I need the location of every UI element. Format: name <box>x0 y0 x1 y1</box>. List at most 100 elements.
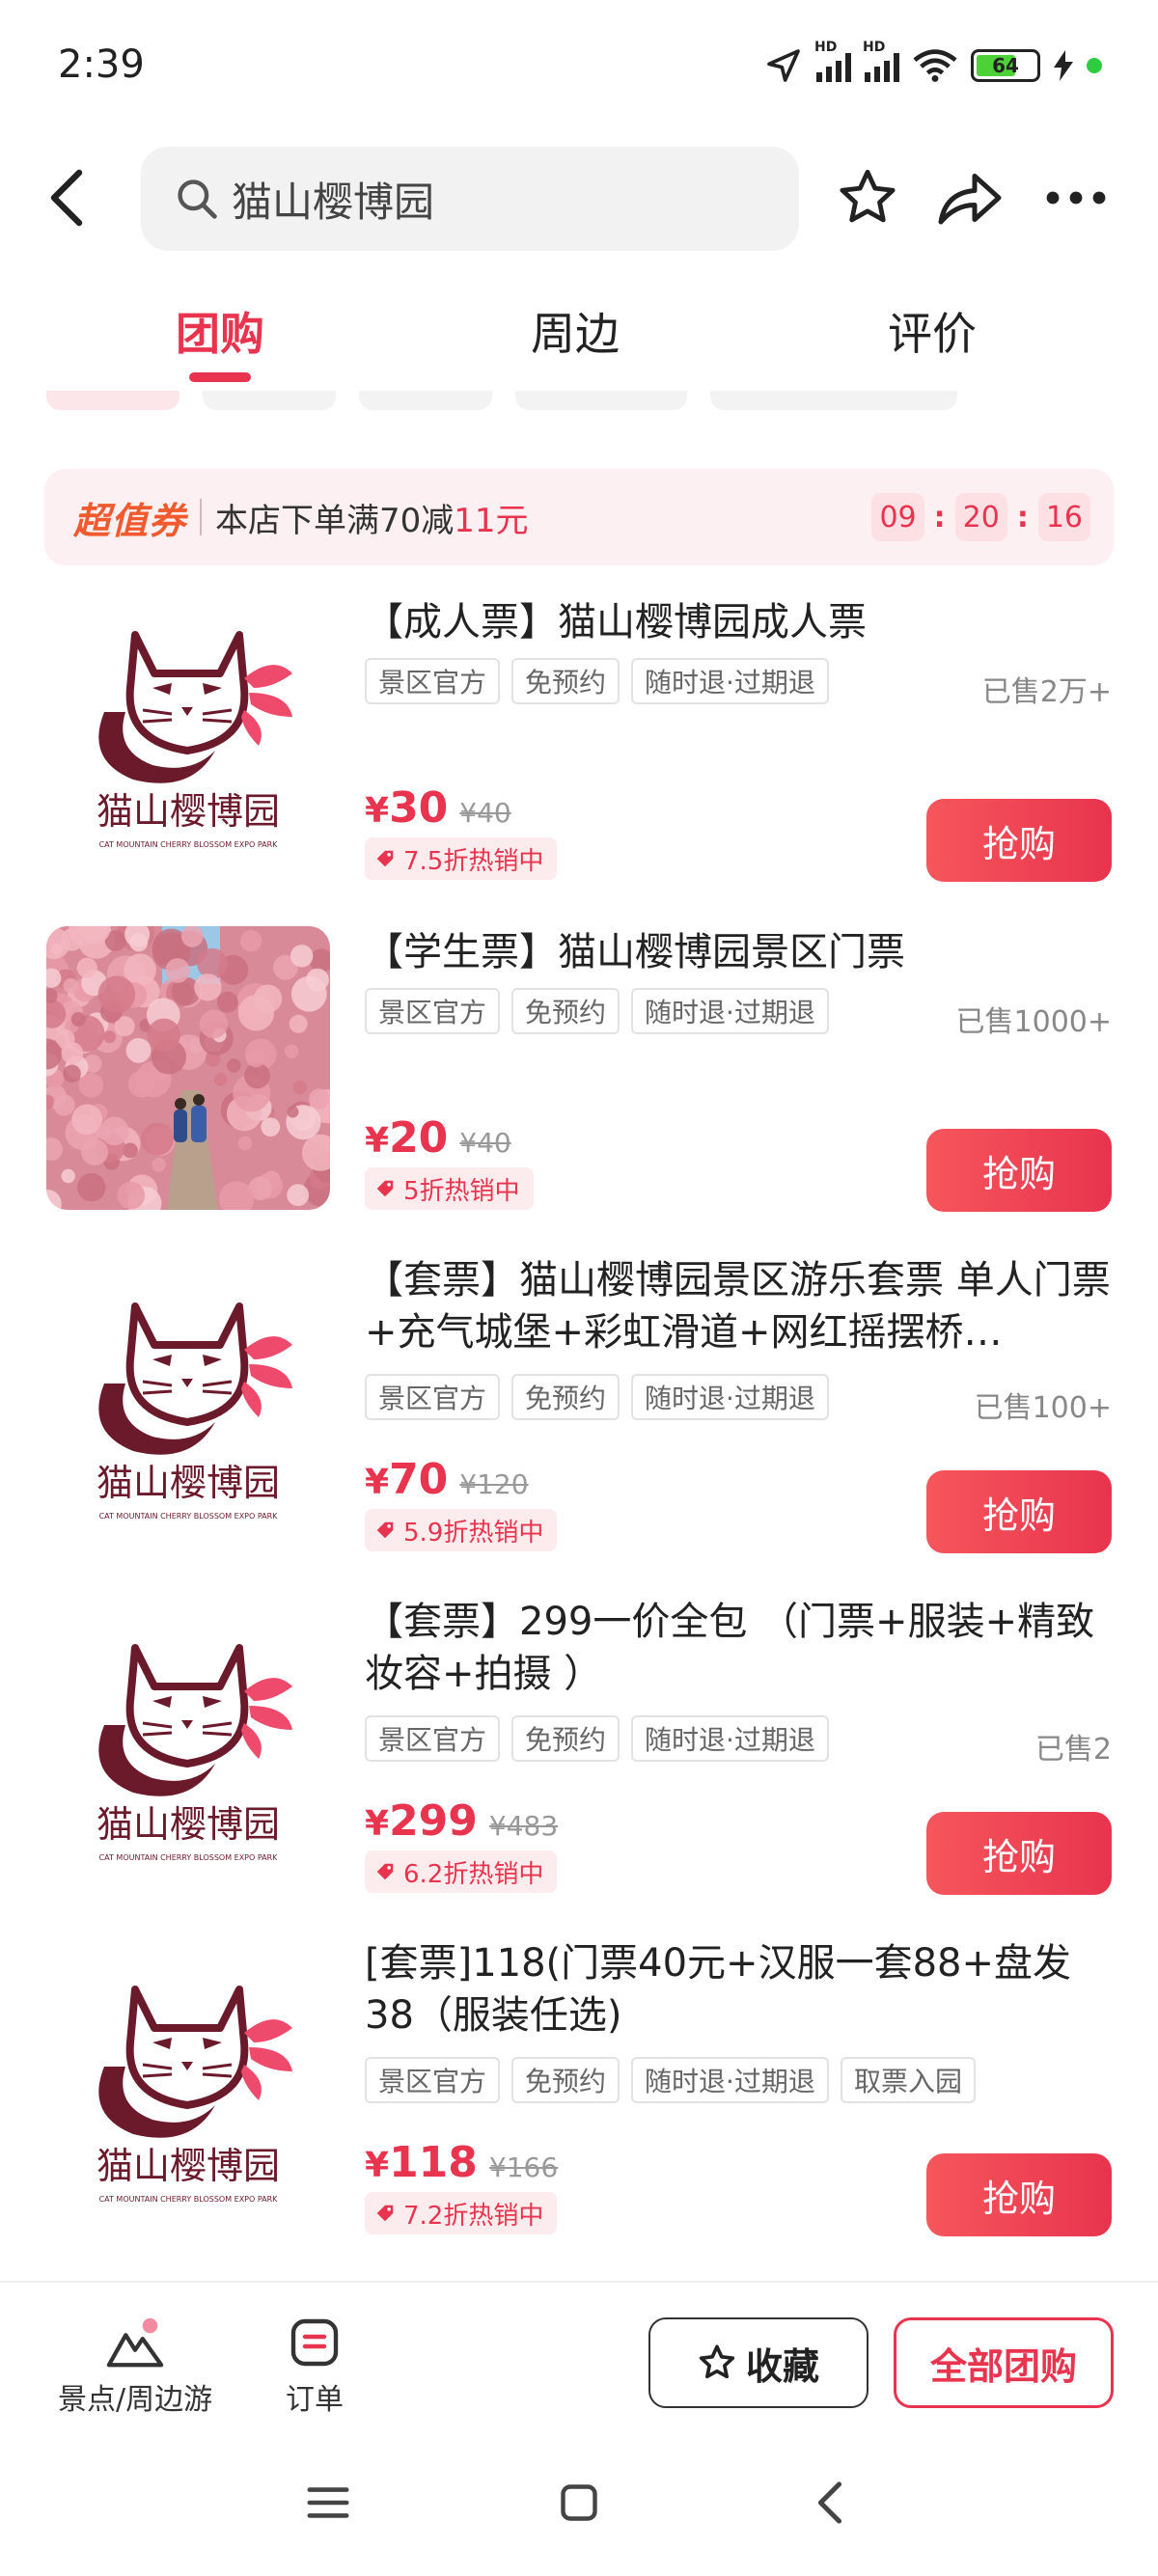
tag: 随时退·过期退 <box>631 658 829 704</box>
sold-count: 已售2 <box>1034 1733 1112 1767</box>
nav-attractions-label: 景点/周边游 <box>58 2383 213 2417</box>
status-dot <box>1087 58 1102 73</box>
original-price: ¥40 <box>459 797 511 829</box>
park-logo: 猫山樱博园 CAT MOUNTAIN CHERRY BLOSSOM EXPO PA… <box>46 596 330 880</box>
tag: 免预约 <box>511 2057 620 2103</box>
product-thumbnail: 猫山樱博园 CAT MOUNTAIN CHERRY BLOSSOM EXPO PA… <box>46 1268 330 1551</box>
product-tags: 景区官方 免预约 随时退·过期退 取票入园 <box>365 2057 976 2103</box>
favorite-action-button[interactable]: 收藏 <box>648 2317 868 2408</box>
home-square-icon <box>561 2484 597 2521</box>
price: 118 <box>389 2138 478 2187</box>
search-input[interactable]: 猫山樱博园 <box>141 147 799 251</box>
system-back-button[interactable] <box>791 2464 868 2541</box>
price-row: ¥70 ¥120 <box>365 1455 529 1504</box>
product-thumbnail: 猫山樱博园 CAT MOUNTAIN CHERRY BLOSSOM EXPO PA… <box>46 596 330 880</box>
countdown-hours: 09 <box>871 493 924 541</box>
tab-group-buy[interactable]: 团购 <box>176 299 264 363</box>
star-icon <box>699 2344 735 2379</box>
sold-count: 已售1000+ <box>955 1005 1112 1039</box>
tag: 免预约 <box>511 1374 620 1420</box>
back-arrow-icon <box>50 169 83 227</box>
home-button[interactable] <box>540 2464 618 2541</box>
price: 20 <box>389 1113 449 1163</box>
product-title: 【套票】299一价全包 （门票+服装+精致妆容+拍摄 ） <box>365 1600 1095 1696</box>
countdown-seconds: 16 <box>1037 493 1090 541</box>
recents-button[interactable] <box>290 2464 367 2541</box>
back-button[interactable] <box>39 164 96 232</box>
countdown-minutes: 20 <box>954 493 1007 541</box>
tag: 景区官方 <box>365 988 501 1034</box>
price-row: ¥20 ¥40 <box>365 1113 511 1163</box>
product-title: 【成人票】猫山樱博园成人票 <box>365 600 867 644</box>
mountain-icon <box>106 2317 164 2368</box>
tag: 随时退·过期退 <box>631 1374 829 1420</box>
status-time: 2:39 <box>58 42 145 87</box>
signal-icon-2: HD <box>863 40 899 82</box>
tag: 随时退·过期退 <box>631 2057 829 2103</box>
more-button[interactable] <box>1042 164 1110 232</box>
tag: 取票入园 <box>840 2057 976 2103</box>
system-navigation-bar <box>0 2425 1158 2576</box>
product-card[interactable]: 猫山樱博园 CAT MOUNTAIN CHERRY BLOSSOM EXPO PA… <box>0 596 1158 886</box>
nav-orders[interactable]: 订单 <box>286 2316 344 2418</box>
share-icon <box>938 174 1002 225</box>
svg-text:猫山樱博园: 猫山樱博园 <box>96 1462 280 1504</box>
status-icons: HD HD 64 <box>764 40 1102 85</box>
back-icon <box>817 2481 842 2524</box>
svg-text:CAT MOUNTAIN CHERRY BLOSSOM EX: CAT MOUNTAIN CHERRY BLOSSOM EXPO PARK <box>99 1512 279 1521</box>
original-price: ¥166 <box>488 2151 559 2183</box>
coupon-text: 本店下单满70减11元 <box>215 501 529 540</box>
discount-badge: 7.5折热销中 <box>365 837 558 880</box>
nav-attractions[interactable]: 景点/周边游 <box>58 2316 212 2418</box>
buy-button[interactable]: 抢购 <box>926 1812 1112 1895</box>
discount-badge: 6.2折热销中 <box>365 1850 558 1893</box>
buy-button[interactable]: 抢购 <box>926 1129 1112 1212</box>
tag: 景区官方 <box>365 2057 501 2103</box>
all-group-buy-button[interactable]: 全部团购 <box>894 2317 1114 2408</box>
product-card[interactable]: 猫山樱博园 CAT MOUNTAIN CHERRY BLOSSOM EXPO PA… <box>0 1254 1158 1563</box>
share-button[interactable] <box>936 164 1004 232</box>
search-query: 猫山樱博园 <box>232 178 435 226</box>
park-logo: 猫山樱博园 CAT MOUNTAIN CHERRY BLOSSOM EXPO PA… <box>46 1609 330 1893</box>
product-title: [套票]118(门票40元+汉服一套88+盘发38（服装任选) <box>365 1941 1071 2038</box>
tag-icon <box>376 2205 394 2222</box>
product-thumbnail: 猫山樱博园 CAT MOUNTAIN CHERRY BLOSSOM EXPO PA… <box>46 1609 330 1893</box>
bottom-action-bar: 景点/周边游 订单 收藏 全部团购 <box>0 2281 1158 2425</box>
buy-button[interactable]: 抢购 <box>926 799 1112 882</box>
filter-chips-peek <box>0 391 1158 414</box>
more-icon <box>1046 191 1106 205</box>
tag: 随时退·过期退 <box>631 1715 829 1762</box>
tab-reviews[interactable]: 评价 <box>888 299 977 363</box>
price: 30 <box>389 783 449 833</box>
discount-badge: 7.2折热销中 <box>365 2192 558 2234</box>
price: 299 <box>389 1796 478 1846</box>
product-card[interactable]: 猫山樱博园 CAT MOUNTAIN CHERRY BLOSSOM EXPO PA… <box>0 1937 1158 2256</box>
product-thumbnail <box>46 926 330 1210</box>
active-tab-indicator <box>189 372 251 382</box>
tag: 景区官方 <box>365 1374 501 1420</box>
product-card[interactable]: 猫山樱博园 CAT MOUNTAIN CHERRY BLOSSOM EXPO PA… <box>0 1596 1158 1905</box>
tag-icon <box>376 1863 394 1880</box>
product-tags: 景区官方 免预约 随时退·过期退 <box>365 658 829 704</box>
product-title: 【学生票】猫山樱博园景区门票 <box>365 930 905 974</box>
buy-button[interactable]: 抢购 <box>926 1470 1112 1553</box>
product-card[interactable]: 【学生票】猫山樱博园景区门票 景区官方 免预约 随时退·过期退 已售1000+ … <box>0 926 1158 1216</box>
order-icon <box>290 2318 339 2367</box>
svg-text:猫山樱博园: 猫山樱博园 <box>96 2145 280 2187</box>
buy-button[interactable]: 抢购 <box>926 2153 1112 2236</box>
discount-badge: 5.9折热销中 <box>365 1509 558 1551</box>
tag-icon <box>376 1180 394 1197</box>
product-title: 【套票】猫山樱博园景区游乐套票 单人门票+充气城堡+彩虹滑道+网红摇摆桥… <box>365 1258 1111 1355</box>
countdown-timer: 09 : 20 : 16 <box>871 493 1090 541</box>
tab-nearby[interactable]: 周边 <box>531 299 620 363</box>
original-price: ¥483 <box>488 1810 559 1842</box>
favorite-label: 收藏 <box>745 2344 819 2388</box>
coupon-banner[interactable]: 超值券 本店下单满70减11元 09 : 20 : 16 <box>44 469 1114 565</box>
svg-text:CAT MOUNTAIN CHERRY BLOSSOM EX: CAT MOUNTAIN CHERRY BLOSSOM EXPO PARK <box>99 840 279 849</box>
favorite-button[interactable] <box>834 164 901 232</box>
discount-badge: 5折热销中 <box>365 1167 534 1210</box>
price-row: ¥30 ¥40 <box>365 783 511 833</box>
menu-icon <box>307 2487 349 2518</box>
tag: 免预约 <box>511 988 620 1034</box>
sold-count: 已售2万+ <box>981 675 1112 709</box>
